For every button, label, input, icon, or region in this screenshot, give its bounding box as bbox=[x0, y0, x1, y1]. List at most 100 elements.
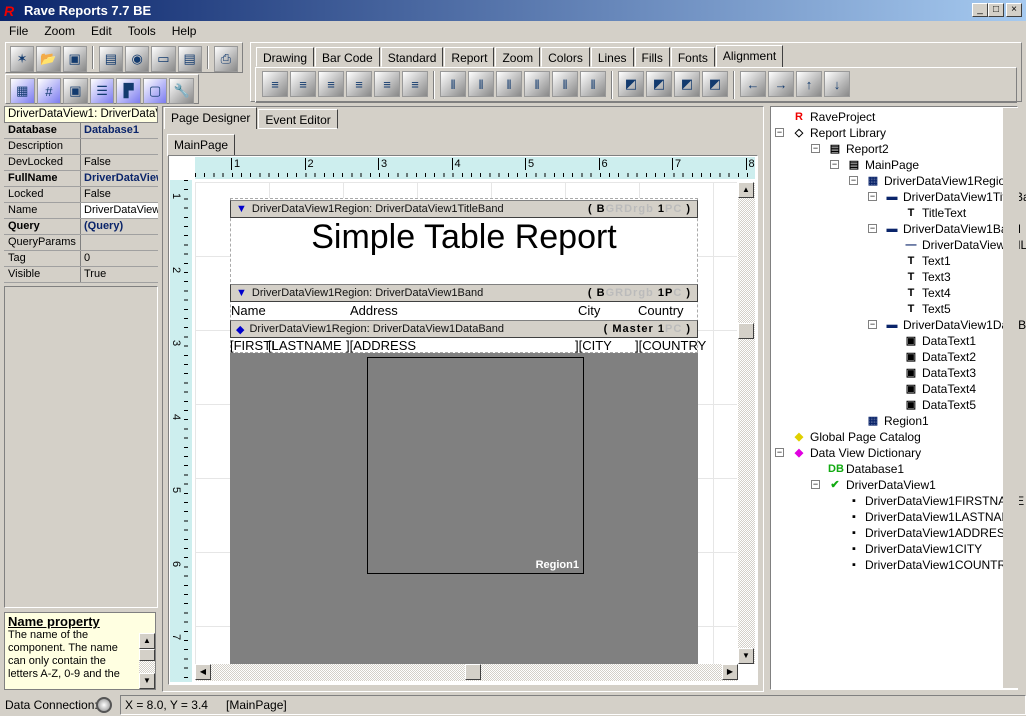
align-hcenter-page-button[interactable]: ≡ bbox=[346, 71, 372, 97]
new-page-button[interactable]: ▤ bbox=[177, 46, 202, 72]
nudge-left-button[interactable]: ← bbox=[740, 71, 766, 97]
help-scroll-up[interactable]: ▲ bbox=[139, 633, 155, 649]
minimize-button[interactable]: _ bbox=[972, 3, 988, 17]
scroll-down-button[interactable]: ▼ bbox=[738, 648, 754, 664]
maximize-button[interactable]: □ bbox=[988, 3, 1004, 17]
align-top-button[interactable]: ‖ bbox=[440, 71, 466, 97]
property-row[interactable]: Visible True bbox=[4, 267, 158, 283]
page-button[interactable]: ▦ bbox=[10, 78, 35, 104]
property-value[interactable]: Database1 bbox=[81, 123, 158, 138]
tree-item[interactable]: ▣ DataText1 bbox=[904, 333, 976, 349]
collapse-icon[interactable]: − bbox=[811, 480, 820, 489]
tree-item[interactable]: ▪ DriverDataView1ADDRESS bbox=[847, 525, 1013, 541]
align-vcenter-button[interactable]: ‖ bbox=[468, 71, 494, 97]
band-header[interactable]: ▼ DriverDataView1Region: DriverDataView1B… bbox=[230, 284, 698, 302]
tab-event-editor[interactable]: Event Editor bbox=[258, 109, 338, 129]
snap-button[interactable]: ▣ bbox=[63, 78, 88, 104]
tree-item[interactable]: ▪ DriverDataView1LASTNAME bbox=[847, 509, 1019, 525]
data-text-address[interactable]: ][ADDRESS bbox=[346, 338, 416, 353]
wrench-button[interactable]: 🔧 bbox=[169, 78, 195, 104]
tree-item[interactable]: ◆ Global Page Catalog bbox=[792, 429, 921, 445]
property-value[interactable] bbox=[81, 235, 158, 250]
print-button[interactable]: ⎙ bbox=[213, 46, 238, 72]
property-row[interactable]: Query (Query) bbox=[4, 219, 158, 235]
align-hcenter-button[interactable]: ≡ bbox=[290, 71, 316, 97]
property-value[interactable]: True bbox=[81, 267, 158, 282]
scroll-right-button[interactable]: ▶ bbox=[722, 664, 738, 680]
tree-item[interactable]: ▣ DataText5 bbox=[904, 397, 976, 413]
tab-fonts[interactable]: Fonts bbox=[670, 47, 715, 67]
tab-bar-code[interactable]: Bar Code bbox=[315, 47, 380, 67]
scroll-left-button[interactable]: ◀ bbox=[195, 664, 211, 680]
property-value[interactable]: 0 bbox=[81, 251, 158, 266]
tree-item[interactable]: ▪ DriverDataView1FIRSTNAME bbox=[847, 493, 1024, 509]
tree-item[interactable]: ▣ DataText4 bbox=[904, 381, 976, 397]
tab-fills[interactable]: Fills bbox=[634, 47, 670, 67]
tab-report[interactable]: Report bbox=[444, 47, 495, 67]
property-row[interactable]: FullNameDriverDataView1 bbox=[4, 171, 158, 187]
vertical-scrollbar[interactable]: ▲ ▼ bbox=[738, 182, 755, 664]
property-value[interactable]: DriverDataView1 bbox=[81, 171, 158, 186]
new-data-view-button[interactable]: ▭ bbox=[151, 46, 176, 72]
move-behind-button[interactable]: ◩ bbox=[646, 71, 672, 97]
tree-item[interactable]: ◇ Report Library bbox=[792, 125, 886, 141]
tab-zoom[interactable]: Zoom bbox=[495, 47, 541, 67]
collapse-icon[interactable]: − bbox=[775, 128, 784, 137]
equal-width-button[interactable]: ≡ bbox=[402, 71, 428, 97]
move-forward-button[interactable]: ◩ bbox=[618, 71, 644, 97]
tab-page-designer[interactable]: Page Designer bbox=[164, 107, 258, 129]
property-value[interactable]: (Query) bbox=[81, 219, 158, 234]
tree-item[interactable]: ▦ Region1 bbox=[866, 413, 929, 429]
space-horizontally-button[interactable]: ≡ bbox=[374, 71, 400, 97]
send-to-back-button[interactable]: ◩ bbox=[702, 71, 728, 97]
horizontal-scrollbar[interactable]: ◀ ▶ bbox=[195, 664, 738, 681]
tree-item[interactable]: ▤ Report2 bbox=[828, 141, 889, 157]
property-row[interactable]: DevLocked False bbox=[4, 155, 158, 171]
tree-item[interactable]: DB Database1 bbox=[828, 461, 904, 477]
property-value[interactable]: False bbox=[81, 155, 158, 170]
bring-to-front-button[interactable]: ◩ bbox=[674, 71, 700, 97]
collapse-icon[interactable]: − bbox=[868, 320, 877, 329]
tree-scrollbar[interactable] bbox=[1003, 108, 1019, 688]
new-project-button[interactable]: ✶ bbox=[10, 46, 35, 72]
new-report-button[interactable]: ▤ bbox=[98, 46, 123, 72]
align-vcenter-page-button[interactable]: ‖ bbox=[524, 71, 550, 97]
margins-button[interactable]: ▢ bbox=[142, 78, 168, 104]
new-global-page-button[interactable]: ◉ bbox=[125, 46, 150, 72]
nudge-right-button[interactable]: → bbox=[768, 71, 794, 97]
tree-item[interactable]: T Text3 bbox=[904, 269, 951, 285]
tree-item[interactable]: ▤ MainPage bbox=[847, 157, 919, 173]
collapse-icon[interactable]: − bbox=[775, 448, 784, 457]
close-button[interactable]: × bbox=[1006, 3, 1022, 17]
tree-item[interactable]: T Text5 bbox=[904, 301, 951, 317]
align-bottom-button[interactable]: ‖ bbox=[496, 71, 522, 97]
tree-item[interactable]: ✔ DriverDataView1 bbox=[828, 477, 935, 493]
data-text-city[interactable]: ][CITY bbox=[575, 338, 612, 353]
title-band-header[interactable]: ▼ DriverDataView1Region: DriverDataView1T… bbox=[230, 200, 698, 218]
tree-item[interactable]: T Text4 bbox=[904, 285, 951, 301]
collapse-icon[interactable]: − bbox=[868, 224, 877, 233]
header-city[interactable]: City bbox=[578, 303, 600, 318]
open-button[interactable]: 📂 bbox=[36, 46, 61, 72]
header-name[interactable]: Name bbox=[231, 303, 266, 318]
collapse-icon[interactable]: − bbox=[811, 144, 820, 153]
property-row[interactable]: Description bbox=[4, 139, 158, 155]
collapse-icon[interactable]: − bbox=[830, 160, 839, 169]
horizontal-scroll-thumb[interactable] bbox=[465, 664, 481, 680]
align-left-button[interactable]: ≡ bbox=[262, 71, 288, 97]
property-row[interactable]: Locked False bbox=[4, 187, 158, 203]
data-text-country[interactable]: ][COUNTRY bbox=[635, 338, 706, 353]
tab-colors[interactable]: Colors bbox=[541, 47, 590, 67]
space-vertically-button[interactable]: ‖ bbox=[552, 71, 578, 97]
property-row[interactable]: NameDriverDataView1 bbox=[4, 203, 158, 219]
tree-item[interactable]: T Text1 bbox=[904, 253, 951, 269]
region1[interactable]: Region1 bbox=[367, 357, 584, 574]
scroll-up-button[interactable]: ▲ bbox=[738, 182, 754, 198]
equal-height-button[interactable]: ‖ bbox=[580, 71, 606, 97]
tab-lines[interactable]: Lines bbox=[590, 47, 634, 67]
menu-help[interactable]: Help bbox=[163, 22, 204, 38]
tree-item[interactable]: ▣ DataText2 bbox=[904, 349, 976, 365]
property-row[interactable]: Tag 0 bbox=[4, 251, 158, 267]
property-value[interactable] bbox=[81, 139, 158, 154]
tree-item[interactable]: ▪ DriverDataView1CITY bbox=[847, 541, 982, 557]
